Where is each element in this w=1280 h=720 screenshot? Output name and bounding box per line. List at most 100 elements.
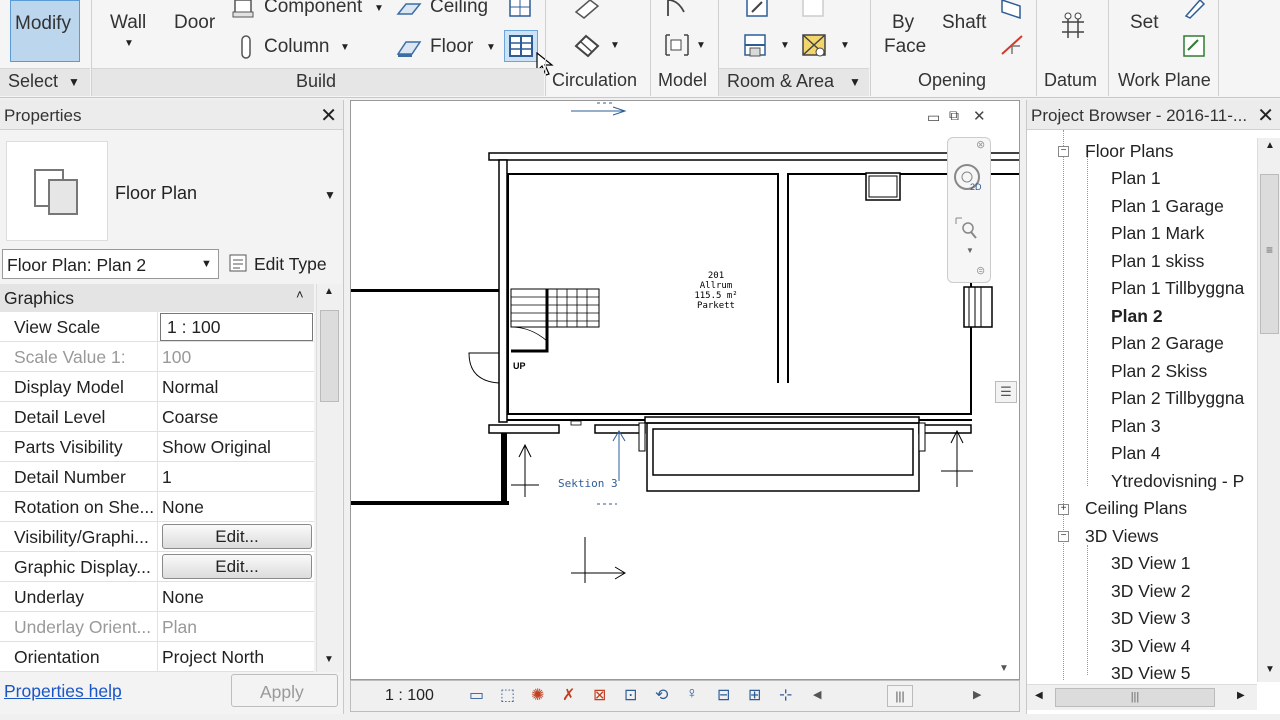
property-row[interactable]: Underlay None — [0, 582, 314, 612]
tree-ceiling-plans[interactable]: Ceiling Plans — [1085, 498, 1187, 519]
customize-icon[interactable]: ⊜ — [976, 264, 985, 277]
tree-floor-plan-item[interactable]: Plan 1 skiss — [1111, 251, 1204, 272]
tree-floor-plan-item[interactable]: Ytredovisning - P — [1111, 471, 1244, 492]
scroll-right-icon[interactable]: ▶ — [1237, 690, 1245, 701]
section-label[interactable]: Sektion 3 — [558, 477, 618, 490]
tree-3d-view-item[interactable]: 3D View 5 — [1111, 663, 1190, 684]
type-selector[interactable]: Floor Plan ▼ — [0, 136, 342, 246]
property-row[interactable]: Rotation on She... None — [0, 492, 314, 522]
edit-type-button[interactable]: Edit Type — [226, 251, 342, 279]
ref-plane-icon[interactable] — [1180, 32, 1208, 60]
canvas-scroll-handle[interactable]: ☰ — [995, 381, 1017, 403]
tree-floor-plan-item[interactable]: Plan 4 — [1111, 443, 1161, 464]
close-icon[interactable]: ✕ — [320, 103, 337, 128]
drawing-canvas[interactable]: 201 Allrum 115.5 m² Parkett UP Sektion 3… — [350, 100, 1020, 680]
show-crop-icon[interactable]: ⊡ — [624, 685, 637, 705]
detail-level-icon[interactable]: ▭ — [469, 685, 484, 705]
graphics-group-header[interactable]: Graphics ˄ — [0, 284, 314, 312]
property-row[interactable]: Orientation Project North — [0, 642, 314, 672]
horizontal-scroll-thumb[interactable]: ||| — [887, 685, 913, 707]
tree-floor-plan-item[interactable]: Plan 1 Mark — [1111, 223, 1204, 244]
tree-floor-plan-item[interactable]: Plan 3 — [1111, 416, 1161, 437]
collapse-floor-plans-icon[interactable]: − — [1058, 146, 1069, 157]
select-panel-bar[interactable]: Select ▼ — [0, 68, 90, 96]
room-separator-icon[interactable] — [742, 32, 772, 60]
tree-3d-views[interactable]: 3D Views — [1085, 526, 1159, 547]
model-group-icon[interactable] — [662, 32, 692, 58]
tree-3d-view-item[interactable]: 3D View 3 — [1111, 608, 1190, 629]
sun-path-icon[interactable]: ✺ — [531, 685, 544, 705]
property-row[interactable]: Underlay Orient... Plan — [0, 612, 314, 642]
expand-ceiling-plans-icon[interactable]: + — [1058, 504, 1069, 515]
apply-button[interactable]: Apply — [231, 674, 338, 707]
scroll-right-icon[interactable]: ▶ — [973, 688, 981, 701]
tree-3d-view-item[interactable]: 3D View 4 — [1111, 636, 1190, 657]
property-row[interactable]: Display Model Normal — [0, 372, 314, 402]
column-button[interactable]: Column ▼ — [230, 34, 360, 60]
room-area-panel-bar[interactable]: Room & Area ▼ — [719, 68, 869, 96]
grid-datum-icon[interactable] — [1058, 12, 1088, 42]
tree-floor-plan-item[interactable]: Plan 2 — [1111, 306, 1163, 327]
scroll-thumb[interactable]: ||| — [1055, 688, 1215, 707]
analytical-model-icon[interactable]: ⊞ — [748, 685, 761, 705]
property-row[interactable]: Parts Visibility Show Original — [0, 432, 314, 462]
edit-button[interactable]: Edit... — [162, 554, 312, 579]
scroll-thumb[interactable] — [320, 310, 339, 402]
curtain-grid-button[interactable] — [504, 30, 538, 62]
tree-floor-plan-item[interactable]: Plan 2 Tillbyggna — [1111, 388, 1244, 409]
property-row[interactable]: View Scale 1 : 100 — [0, 312, 314, 342]
restore-icon[interactable]: ⧉ — [949, 107, 959, 124]
property-row[interactable]: Scale Value 1: 100 — [0, 342, 314, 372]
curtain-system-icon[interactable] — [508, 0, 534, 20]
close-icon[interactable]: ✕ — [973, 107, 986, 125]
close-icon[interactable]: ✕ — [1257, 103, 1274, 128]
set-button[interactable]: Set — [1130, 12, 1159, 34]
browser-vertical-scrollbar[interactable]: ▲ ≡ ▼ — [1257, 138, 1280, 682]
close-icon[interactable]: ⊗ — [976, 138, 985, 151]
instance-filter-dropdown[interactable]: Floor Plan: Plan 2 ▼ — [2, 249, 219, 279]
collapse-3d-views-icon[interactable]: − — [1058, 531, 1069, 542]
browser-horizontal-scrollbar[interactable]: ◀ ||| ▶ — [1027, 684, 1257, 710]
tree-floor-plan-item[interactable]: Plan 2 Skiss — [1111, 361, 1207, 382]
visual-style-icon[interactable]: ⬚ — [500, 685, 515, 705]
room-icon[interactable] — [744, 0, 772, 20]
crop-view-icon[interactable]: ⊠ — [593, 685, 606, 705]
scroll-left-icon[interactable]: ◀ — [1035, 690, 1043, 701]
property-row[interactable]: Detail Level Coarse — [0, 402, 314, 432]
door-button[interactable]: Door — [174, 12, 215, 34]
property-row[interactable]: Graphic Display... Edit... — [0, 552, 314, 582]
tree-floor-plan-item[interactable]: Plan 1 Tillbyggna — [1111, 278, 1244, 299]
model-text-icon[interactable] — [662, 0, 690, 20]
temporary-hide-icon[interactable]: ♀ — [686, 685, 698, 703]
edit-button[interactable]: Edit... — [162, 524, 312, 549]
modify-button[interactable]: Modify — [10, 0, 80, 62]
area-boundary-icon[interactable] — [800, 32, 830, 60]
show-workplane-icon[interactable] — [1180, 0, 1208, 20]
unlocked-3d-icon[interactable]: ⟲ — [655, 685, 668, 705]
property-value[interactable]: 1 : 100 — [160, 313, 313, 341]
wall-button[interactable]: Wall — [110, 12, 146, 34]
navigation-bar[interactable]: ⊗ 2D ▼ ⊜ — [947, 137, 991, 283]
properties-help-link[interactable]: Properties help — [4, 681, 122, 702]
ceiling-button[interactable]: Ceiling — [396, 0, 496, 22]
properties-scrollbar[interactable]: ▲ ▼ — [316, 284, 342, 672]
tree-3d-view-item[interactable]: 3D View 1 — [1111, 553, 1190, 574]
property-row[interactable]: Visibility/Graphi... Edit... — [0, 522, 314, 552]
property-row[interactable]: Detail Number 1 — [0, 462, 314, 492]
minimize-icon[interactable]: ▭ — [927, 109, 940, 126]
shadows-icon[interactable]: ✗ — [562, 685, 575, 705]
floor-button[interactable]: Floor ▼ — [396, 34, 498, 60]
tree-floor-plans[interactable]: Floor Plans — [1085, 141, 1174, 162]
zoom-icon[interactable] — [954, 216, 980, 242]
scroll-down-icon[interactable]: ▼ — [999, 663, 1009, 674]
tree-floor-plan-item[interactable]: Plan 1 — [1111, 168, 1161, 189]
dormer-icon[interactable] — [998, 32, 1026, 58]
scroll-left-icon[interactable]: ◀ — [813, 688, 821, 701]
tree-3d-view-item[interactable]: 3D View 2 — [1111, 581, 1190, 602]
ramp-icon[interactable] — [572, 32, 602, 58]
component-button[interactable]: Component ▼ — [230, 0, 390, 22]
scroll-thumb[interactable]: ≡ — [1260, 174, 1279, 334]
shaft-button[interactable]: Shaft — [942, 12, 986, 34]
reveal-hidden-icon[interactable]: ⊟ — [717, 685, 730, 705]
highlight-displacement-icon[interactable]: ⊹ — [779, 685, 792, 705]
